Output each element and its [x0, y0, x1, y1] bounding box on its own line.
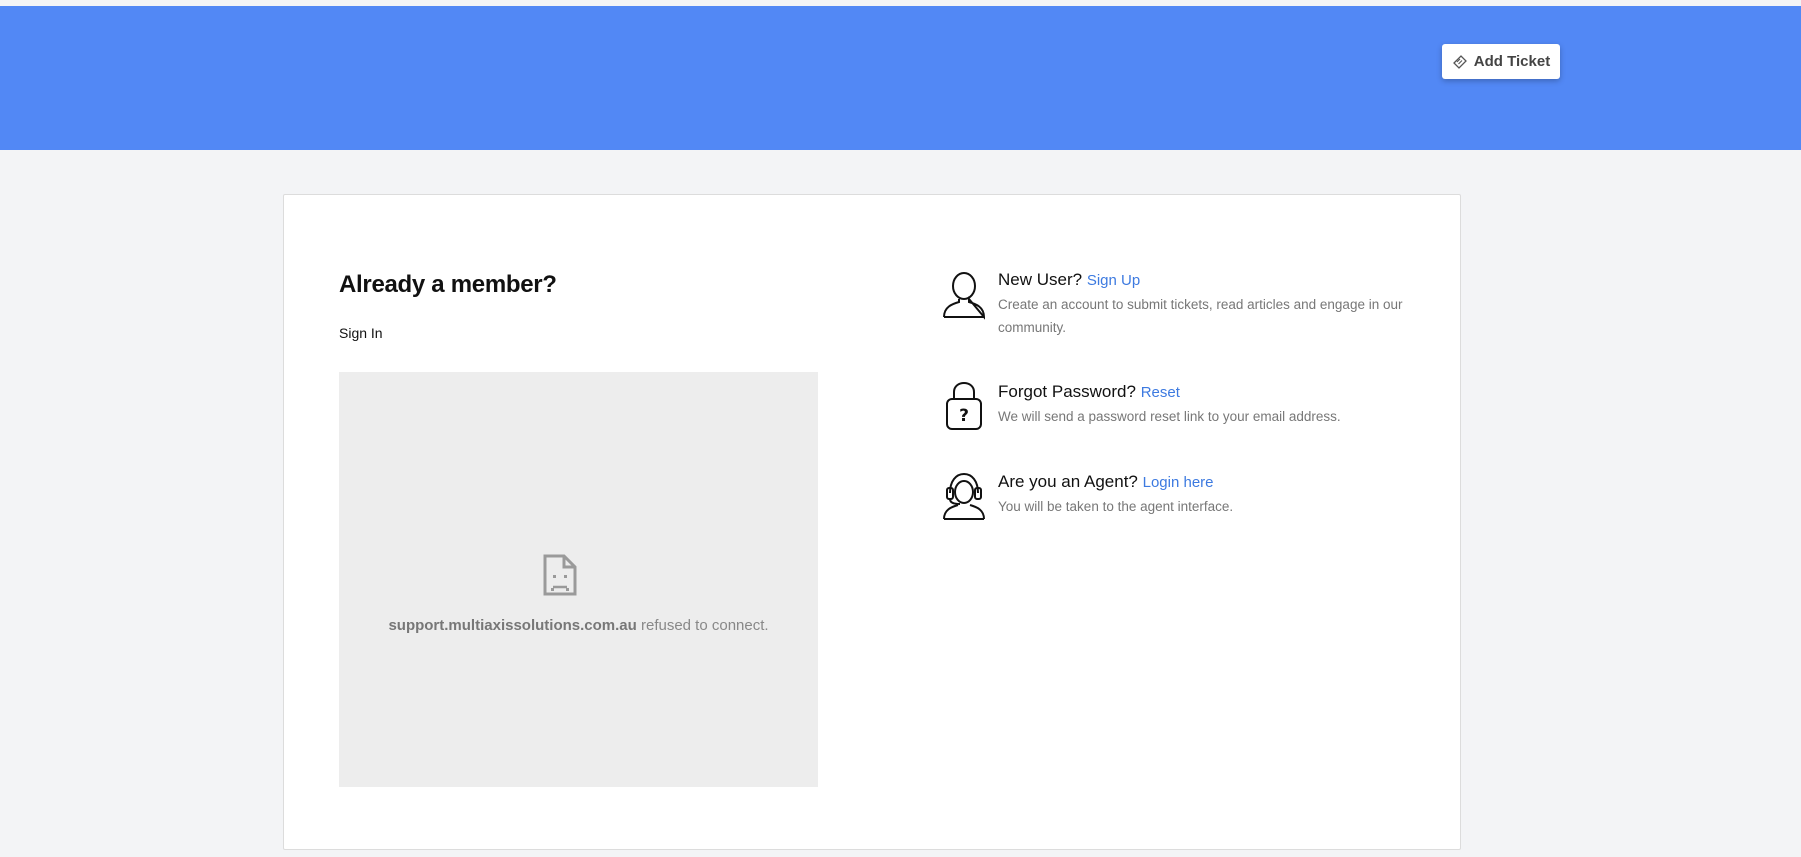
frame-host: support.multiaxissolutions.com.au: [388, 617, 637, 634]
forgot-password-heading-text: Forgot Password?: [998, 382, 1136, 401]
new-user-heading: New User? Sign Up: [998, 269, 1418, 292]
sad-page-icon: [542, 553, 578, 597]
forgot-password-heading: Forgot Password? Reset: [998, 381, 1418, 404]
add-ticket-label: Add Ticket: [1473, 53, 1551, 70]
ticket-icon: [1452, 54, 1468, 70]
login-card: Already a member? Sign In support.multia…: [283, 194, 1461, 850]
user-icon: [940, 269, 988, 321]
agent-heading: Are you an Agent? Login here: [998, 471, 1418, 494]
reset-link[interactable]: Reset: [1141, 384, 1180, 401]
forgot-password-description: We will send a password reset link to yo…: [998, 409, 1341, 424]
headset-agent-icon: [940, 471, 988, 523]
frame-message: refused to connect.: [636, 617, 769, 634]
agent-login-link[interactable]: Login here: [1143, 474, 1214, 491]
new-user-heading-text: New User?: [998, 270, 1083, 289]
sign-up-link[interactable]: Sign Up: [1087, 272, 1140, 289]
agent-description: You will be taken to the agent interface…: [998, 499, 1234, 514]
login-title: Already a member?: [339, 271, 557, 298]
signin-label: Sign In: [339, 325, 383, 341]
svg-text:?: ?: [959, 406, 969, 426]
add-ticket-button[interactable]: Add Ticket: [1442, 44, 1560, 79]
signin-frame: support.multiaxissolutions.com.au refuse…: [339, 372, 818, 787]
lock-question-icon: ?: [940, 381, 988, 433]
new-user-description: Create an account to submit tickets, rea…: [998, 297, 1403, 335]
header-banner: Add Ticket: [0, 6, 1801, 150]
frame-error-message: support.multiaxissolutions.com.au refuse…: [339, 617, 818, 634]
agent-heading-text: Are you an Agent?: [998, 472, 1138, 491]
